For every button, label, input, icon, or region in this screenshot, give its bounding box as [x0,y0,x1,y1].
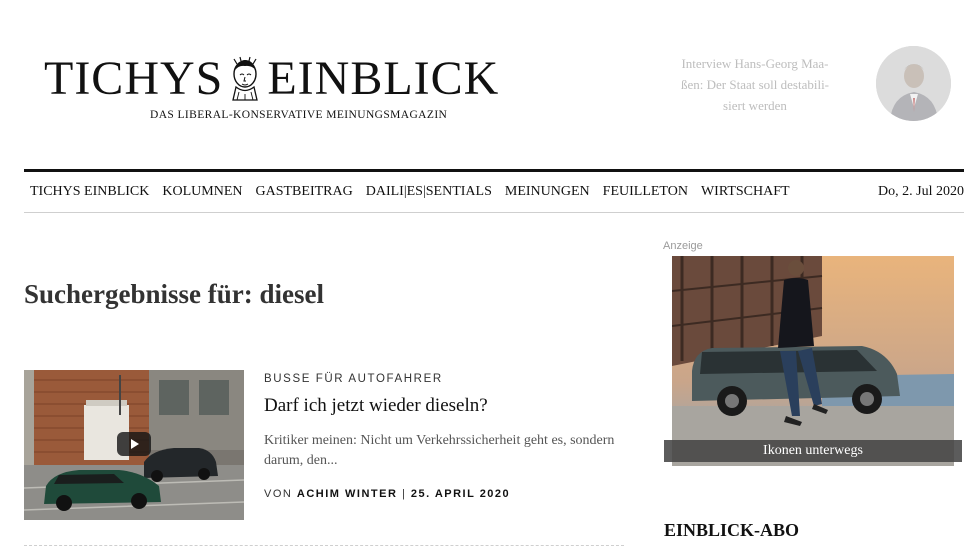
advertisement-banner[interactable] [672,256,954,466]
search-results-title: Suchergebnisse für: diesel [24,279,324,309]
logo-bust-icon [232,56,259,101]
nav-item-gastbeitrag[interactable]: GASTBEITRAG [256,184,353,200]
nav-item-meinungen[interactable]: MEINUNGEN [505,184,590,200]
byline-separator: | [401,488,407,500]
header-teaser-link[interactable]: Interview Hans-Georg Maa- ßen: Der Staat… [660,53,850,116]
logo-word-right: EINBLICK [267,52,500,105]
article-kicker: BUSSE FÜR AUTOFAHRER [264,373,443,385]
ad-image [672,256,954,466]
tagline: DAS LIBERAL-KONSERVATIVE MEINUNGSMAGAZIN [150,109,448,121]
nav-item-dailiessentials[interactable]: DAILI|ES|SENTIALS [366,184,492,200]
nav-item-wirtschaft[interactable]: WIRTSCHAFT [701,184,790,200]
teaser-line: Interview Hans-Georg Maa- [681,56,829,71]
main-navigation: TICHYS EINBLICK KOLUMNEN GASTBEITRAG DAI… [24,172,964,212]
nav-item-kolumnen[interactable]: KOLUMNEN [162,184,242,200]
teaser-avatar[interactable] [876,46,951,121]
nav-item-tichys-einblick[interactable]: TICHYS EINBLICK [30,184,149,200]
site-logo[interactable]: TICHYS EINBLICK [44,54,549,104]
article-headline-link[interactable]: Darf ich jetzt wieder dieseln? [264,395,488,417]
teaser-line: ßen: Der Staat soll destabili- [680,77,830,92]
abo-section-title: EINBLICK-ABO [664,520,800,540]
article-divider [24,545,624,546]
nav-bottom-divider [24,212,964,213]
ad-caption: Ikonen unterwegs [664,440,962,462]
article-date: 25. APRIL 2020 [410,488,511,500]
play-icon [131,439,139,449]
article-byline: VON ACHIM WINTER | 25. APRIL 2020 [264,488,510,500]
teaser-line: siert werden [723,98,787,113]
video-play-button[interactable] [117,432,151,456]
logo-word-left: TICHYS [44,52,224,105]
ad-label: Anzeige [663,240,703,252]
article-excerpt: Kritiker meinen: Nicht um Verkehrssicher… [264,433,615,468]
article-thumbnail[interactable] [24,370,244,520]
author-link[interactable]: ACHIM WINTER [297,488,398,500]
portrait-image [876,46,951,121]
byline-prefix: VON [264,488,293,500]
current-date: Do, 2. Jul 2020 [878,184,964,199]
nav-item-feuilleton[interactable]: FEUILLETON [603,184,688,200]
